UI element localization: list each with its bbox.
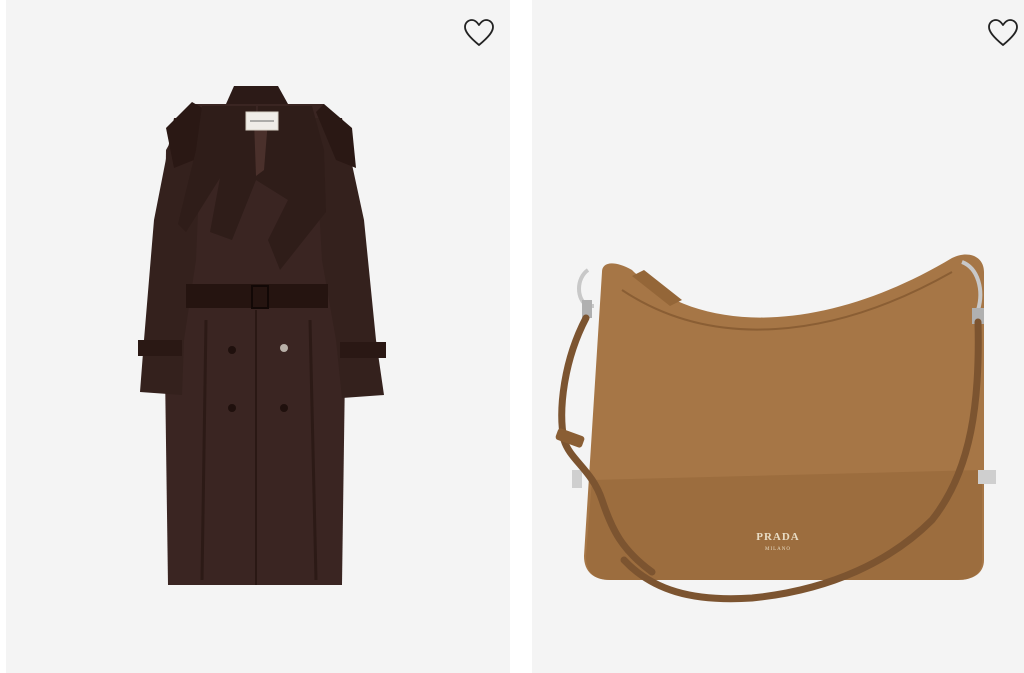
wishlist-button[interactable] (986, 16, 1020, 50)
brand-logo-text: PRADA (756, 531, 800, 543)
product-image-trench-coat[interactable] (6, 0, 510, 673)
product-card-shoulder-bag[interactable]: PRADA MILANO (532, 0, 1024, 673)
product-grid: PRADA MILANO (0, 0, 1024, 673)
heart-outline-icon (988, 19, 1018, 46)
heart-outline-icon (464, 19, 494, 46)
brand-logo-subtext: MILANO (765, 547, 791, 552)
product-card-trench-coat[interactable] (6, 0, 510, 673)
wishlist-button[interactable] (462, 16, 496, 50)
product-image-shoulder-bag[interactable]: PRADA MILANO (532, 0, 1024, 673)
